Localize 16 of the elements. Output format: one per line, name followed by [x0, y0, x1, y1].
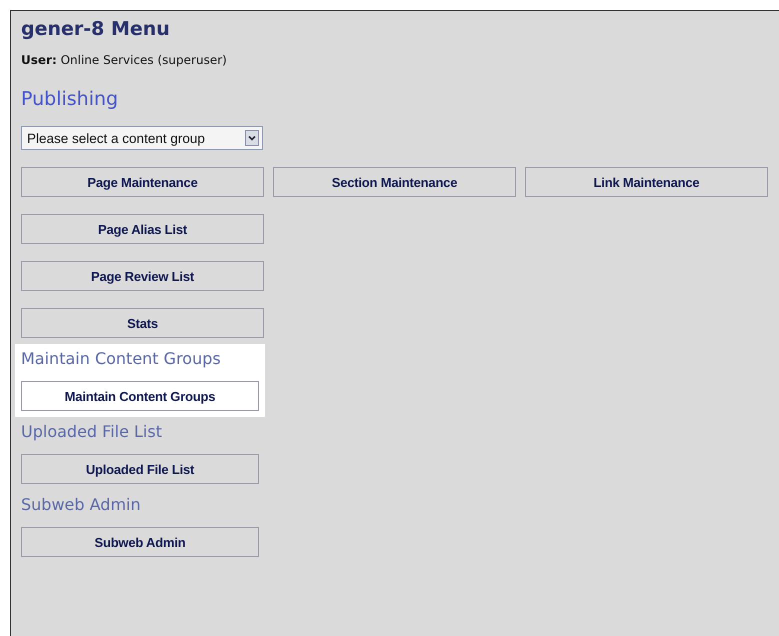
menu-button[interactable]: Page Maintenance [21, 167, 264, 197]
menu-button[interactable]: Section Maintenance [273, 167, 516, 197]
menu-button[interactable]: Stats [21, 308, 264, 338]
page-title: gener-8 Menu [21, 17, 171, 42]
menu-button[interactable]: Uploaded File List [21, 454, 259, 484]
section-heading: Uploaded File List [21, 421, 163, 443]
content-group-dropdown[interactable]: Please select a content group [21, 126, 263, 150]
section-heading: Publishing [21, 87, 120, 112]
section-heading: Subweb Admin [21, 494, 142, 516]
section-heading: Maintain Content Groups [21, 348, 222, 370]
menu-button[interactable]: Maintain Content Groups [21, 381, 259, 411]
menu-button[interactable]: Link Maintenance [525, 167, 768, 197]
user-info: User: Online Services (superuser) [21, 52, 228, 68]
menu-button[interactable]: Page Alias List [21, 214, 264, 244]
menu-button[interactable]: Page Review List [21, 261, 264, 291]
menu-button[interactable]: Subweb Admin [21, 527, 259, 557]
